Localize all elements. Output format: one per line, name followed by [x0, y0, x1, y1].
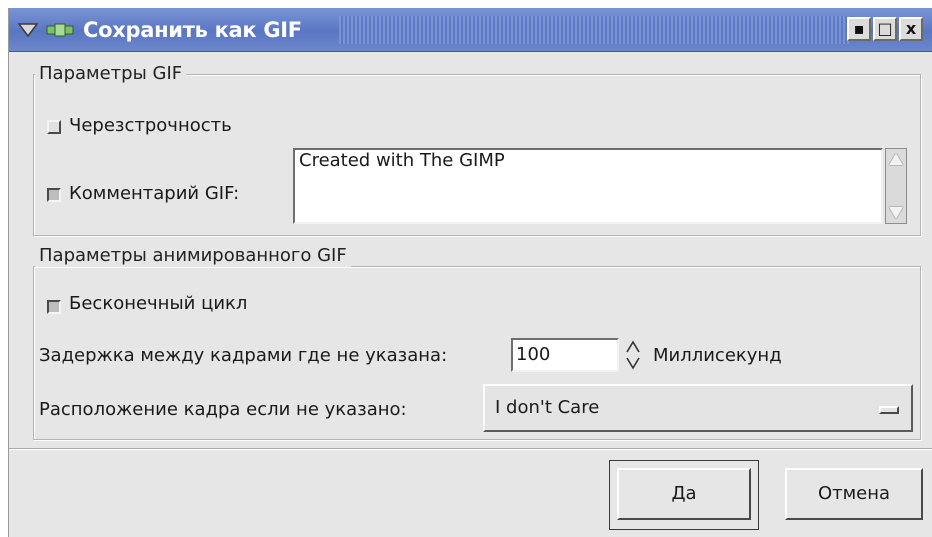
delay-unit: Миллисекунд [653, 345, 782, 366]
save-as-gif-dialog: Сохранить как GIF ▪ □ x Параметры GIF Че… [8, 8, 932, 537]
minimize-button[interactable]: ▪ [847, 17, 871, 41]
ok-button[interactable]: Да [617, 468, 751, 520]
dispose-select[interactable]: I don't Care [483, 384, 913, 432]
comment-label[interactable]: Комментарий GIF: [69, 182, 239, 206]
cancel-button[interactable]: Отмена [785, 468, 923, 520]
delay-input[interactable]: 100 [511, 338, 619, 372]
maximize-button[interactable]: □ [873, 17, 897, 41]
loop-label[interactable]: Бесконечный цикл [69, 292, 247, 316]
dispose-label: Расположение кадра если не указано: [39, 399, 407, 420]
gif-options-legend: Параметры GIF [35, 63, 187, 85]
dispose-select-value: I don't Care [495, 397, 600, 418]
scroll-up-icon[interactable] [889, 153, 903, 165]
window-menu-icon[interactable] [17, 18, 39, 42]
close-button[interactable]: x [899, 17, 923, 41]
dropdown-indicator-icon [879, 406, 899, 414]
delay-spinner-icon[interactable] [623, 338, 643, 372]
comment-textarea[interactable]: Created with The GIMP [293, 148, 883, 224]
window-title: Сохранить как GIF [83, 18, 302, 42]
anim-options-legend: Параметры анимированного GIF [35, 245, 351, 267]
shade-icon[interactable] [45, 18, 75, 42]
title-bar[interactable]: Сохранить как GIF ▪ □ x [9, 8, 932, 52]
interlace-checkbox[interactable] [47, 120, 61, 134]
comment-checkbox[interactable] [47, 188, 61, 202]
interlace-label[interactable]: Черезстрочность [69, 114, 232, 138]
delay-label: Задержка между кадрами где не указана: [39, 345, 448, 366]
scroll-down-icon[interactable] [889, 207, 903, 219]
separator [9, 448, 932, 450]
loop-checkbox[interactable] [47, 300, 61, 314]
comment-scrollbar[interactable] [885, 148, 907, 224]
